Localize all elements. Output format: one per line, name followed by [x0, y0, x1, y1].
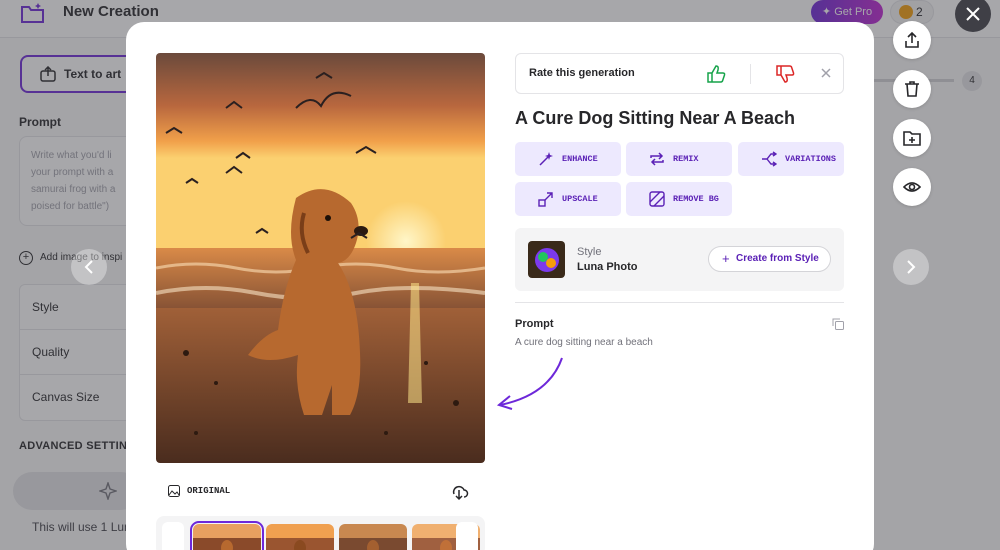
- thumbnail[interactable]: [190, 521, 264, 550]
- thumbnail[interactable]: [339, 524, 407, 550]
- expand-icon: [538, 192, 553, 207]
- previous-button[interactable]: [71, 249, 107, 285]
- generation-modal: ORIGINAL Rate this generation A Cure Dog…: [126, 22, 874, 550]
- copy-icon[interactable]: [832, 318, 844, 330]
- thumbnail[interactable]: [266, 524, 334, 550]
- sparkle-wand-icon: [539, 152, 553, 166]
- plus-icon: +: [722, 251, 730, 266]
- remove-bg-button[interactable]: REMOVE BG: [626, 182, 732, 216]
- style-thumbnail: [528, 241, 565, 278]
- style-card: Style Luna Photo + Create from Style: [515, 228, 844, 291]
- close-icon[interactable]: [820, 67, 832, 79]
- add-to-folder-button[interactable]: [893, 119, 931, 157]
- dog-beach-sunset-image: [156, 53, 485, 463]
- generation-title: A Cure Dog Sitting Near A Beach: [515, 108, 796, 128]
- upscale-button[interactable]: UPSCALE: [515, 182, 621, 216]
- prompt-text: A cure dog sitting near a beach: [515, 337, 653, 348]
- enhance-button[interactable]: ENHANCE: [515, 142, 621, 176]
- thumbnail-fade-right: [456, 522, 478, 550]
- thumbs-up-icon[interactable]: [706, 64, 726, 84]
- curved-arrow-icon: [496, 357, 563, 410]
- style-name: Luna Photo: [577, 261, 638, 273]
- original-label[interactable]: ORIGINAL: [168, 485, 230, 497]
- remove-bg-icon: [649, 191, 665, 207]
- download-icon[interactable]: [449, 481, 469, 501]
- create-from-style-button[interactable]: + Create from Style: [708, 246, 831, 272]
- eye-icon: [903, 182, 921, 192]
- style-caption: Style: [577, 246, 602, 258]
- trash-icon: [905, 81, 919, 97]
- chevron-left-icon: [84, 260, 93, 274]
- view-button[interactable]: [893, 168, 931, 206]
- rating-divider: [750, 64, 751, 84]
- image-icon: [168, 485, 180, 497]
- rating-label: Rate this generation: [529, 67, 635, 79]
- branch-icon: [762, 151, 777, 167]
- thumbnail-strip: [156, 516, 485, 550]
- variations-button[interactable]: VARIATIONS: [738, 142, 844, 176]
- repeat-icon: [650, 152, 664, 166]
- thumbs-down-icon[interactable]: [775, 64, 795, 84]
- delete-button[interactable]: [893, 70, 931, 108]
- remix-button[interactable]: REMIX: [626, 142, 732, 176]
- chevron-right-icon: [907, 260, 916, 274]
- generated-image[interactable]: [156, 53, 485, 463]
- next-button[interactable]: [893, 249, 929, 285]
- rating-bar: Rate this generation: [515, 53, 844, 94]
- prompt-heading: Prompt: [515, 318, 554, 330]
- share-button[interactable]: [893, 21, 931, 59]
- add-to-folder-icon: [903, 131, 921, 146]
- divider: [515, 302, 844, 303]
- share-icon: [905, 31, 919, 48]
- thumbnail-fade-left: [162, 522, 184, 550]
- close-icon: [966, 7, 980, 21]
